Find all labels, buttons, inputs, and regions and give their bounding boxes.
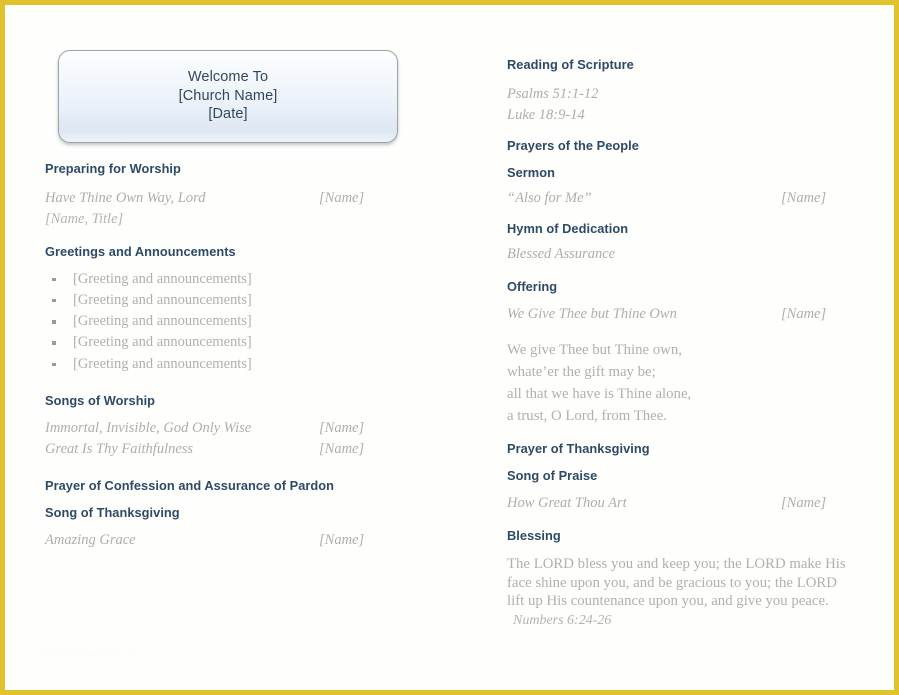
offering-verse-line-4: a trust, O Lord, from Thee. [507,408,667,424]
entry-speaker: [Name] [781,190,827,206]
entry-title: How Great Thou Art [507,495,627,511]
list-item: [Greeting and announcements] [45,332,415,353]
bulletin-page: Welcome To [Church Name] [Date] Preparin… [0,0,899,695]
square-bullet-icon [52,362,56,367]
heading-greetings-and-announcements: Greetings and Announcements [45,243,236,259]
heading-prayers-of-the-people: Prayers of the People [507,138,639,153]
list-item: [Greeting and announcements] [45,290,415,311]
entry-title: Great Is Thy Faithfulness [45,440,194,457]
heading-songs-of-worship: Songs of Worship [45,392,156,408]
entry-sermon: “Also for Me” [Name] [507,188,859,209]
entry-song-of-thanksgiving: Amazing Grace [Name] [45,530,415,551]
list-item-label: [Greeting and announcements] [73,313,252,330]
entry-performer: [Name] [319,531,365,548]
entry-title: Amazing Grace [45,531,136,548]
entry-performer: [Name] [319,419,365,436]
prelude-subline: [Name, Title] [45,210,124,227]
two-column-layout: Welcome To [Church Name] [Date] Preparin… [5,5,894,690]
left-column: Welcome To [Church Name] [Date] Preparin… [5,5,455,690]
list-item: [Greeting and announcements] [45,311,415,332]
heading-prayer-of-thanksgiving: Prayer of Thanksgiving [507,441,650,456]
entry-performer: [Name] [781,495,827,511]
heading-offering: Offering [507,279,558,294]
heading-blessing: Blessing [507,528,561,543]
square-bullet-icon [52,341,56,345]
entry-song-of-praise: How Great Thou Art [Name] [507,493,859,514]
heading-preparing-for-worship: Preparing for Worship [45,160,181,176]
list-item-label: [Greeting and announcements] [73,270,252,287]
entry-title: Have Thine Own Way, Lord [45,189,206,206]
entry-song-of-worship-2: Great Is Thy Faithfulness [Name] [45,439,415,460]
offering-verse-line-2: whate’er the gift may be; [507,364,656,380]
square-bullet-icon [52,320,56,324]
scripture-reading-2: Luke 18:9-14 [507,107,585,123]
heading-hymn-of-dedication: Hymn of Dedication [507,221,629,236]
scripture-reading-1: Psalms 51:1-12 [507,86,599,102]
entry-performer: [Name] [319,440,365,457]
entry-performer: [Name] [319,189,365,206]
entry-title: We Give Thee but Thine Own [507,306,677,322]
entry-prelude: Have Thine Own Way, Lord [Name] [45,188,415,209]
list-item-label: [Greeting and announcements] [73,355,252,372]
square-bullet-icon [52,298,56,303]
heading-reading-of-scripture: Reading of Scripture [507,57,634,72]
welcome-line-greeting: Welcome To [187,69,269,85]
heading-song-of-thanksgiving: Song of Thanksgiving [45,504,180,520]
blessing-citation: Numbers 6:24-26 [513,612,612,628]
welcome-line-church-name: [Church Name] [178,87,278,104]
heading-song-of-praise: Song of Praise [507,468,598,483]
list-item-label: [Greeting and announcements] [73,291,252,308]
heading-sermon: Sermon [507,165,555,180]
blessing-text: The LORD bless you and keep you; the LOR… [507,556,846,610]
square-bullet-icon [52,277,56,281]
heading-prayer-of-confession: Prayer of Confession and Assurance of Pa… [45,477,335,493]
list-item: [Greeting and announcements] [45,354,415,375]
entry-title: “Also for Me” [507,190,592,206]
hymn-of-dedication-title: Blessed Assurance [507,246,616,262]
list-item-label: [Greeting and announcements] [73,334,252,351]
offering-verse-line-1: We give Thee but Thine own, [507,342,682,358]
watermark: www.templateshub.com [41,648,141,658]
entry-performer: [Name] [781,306,827,322]
entry-title: Immortal, Invisible, God Only Wise [45,419,252,436]
entry-offering: We Give Thee but Thine Own [Name] [507,304,859,325]
welcome-line-date: [Date] [208,106,248,122]
entry-song-of-worship-1: Immortal, Invisible, God Only Wise [Name… [45,418,415,439]
bulletin-page-inner: Welcome To [Church Name] [Date] Preparin… [5,5,894,690]
list-item: [Greeting and announcements] [45,269,415,290]
offering-verse-line-3: all that we have is Thine alone, [507,386,692,402]
announcements-list: [Greeting and announcements] [Greeting a… [45,269,415,375]
welcome-box: Welcome To [Church Name] [Date] [58,50,398,143]
right-column: Reading of Scripture Psalms 51:1-12 Luke… [455,5,894,690]
